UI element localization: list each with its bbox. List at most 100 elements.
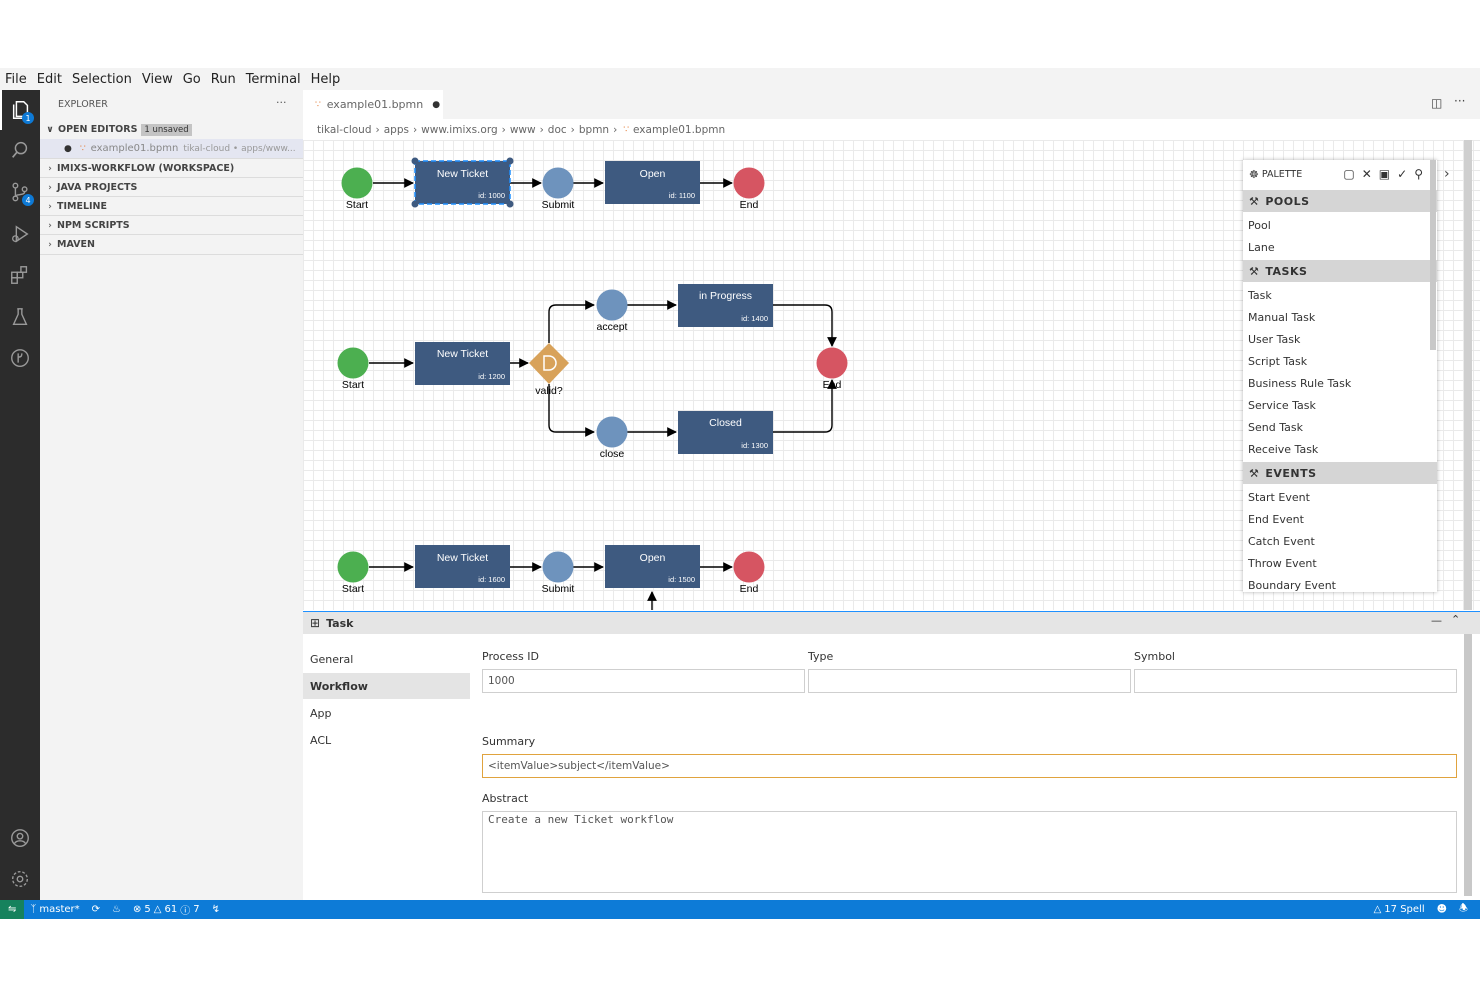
palette-group-pools[interactable]: ⚒ POOLS (1243, 190, 1437, 212)
tab-acl[interactable]: ACL (303, 727, 470, 753)
palette-item-throw-event[interactable]: Throw Event (1243, 552, 1437, 574)
search-icon[interactable]: ⚲ (1414, 167, 1423, 181)
palette-item-lane[interactable]: Lane (1243, 236, 1437, 258)
menu-selection[interactable]: Selection (67, 72, 137, 87)
palette-item-pool[interactable]: Pool (1243, 214, 1437, 236)
collapse-icon[interactable]: ⌃ (1451, 613, 1460, 626)
explorer-more-button[interactable]: ··· (276, 96, 287, 109)
breadcrumb-item[interactable]: apps (384, 124, 409, 136)
resize-handle[interactable] (411, 157, 419, 165)
tab-app[interactable]: App (303, 700, 470, 726)
sync-button[interactable]: ⟳ (86, 904, 106, 915)
branch-indicator[interactable]: ᛉ master* (24, 904, 85, 915)
dirty-indicator[interactable]: ● (432, 100, 440, 110)
palette-scrollbar[interactable] (1430, 160, 1436, 350)
menu-go[interactable]: Go (178, 72, 206, 87)
workspace-section[interactable]: › IMIXS-WORKFLOW (WORKSPACE) (40, 158, 303, 178)
palette-item-script-task[interactable]: Script Task (1243, 350, 1437, 372)
validate-icon[interactable]: ✓ (1397, 167, 1407, 181)
abstract-textarea[interactable]: Create a new Ticket workflow (482, 811, 1457, 893)
palette-item-receive-task[interactable]: Receive Task (1243, 438, 1437, 460)
marquee-select-icon[interactable]: ▢ (1343, 167, 1354, 181)
unsaved-badge: 1 unsaved (141, 123, 192, 136)
palette-item-boundary-event[interactable]: Boundary Event (1243, 574, 1437, 592)
remote-indicator[interactable]: ⇋ (0, 900, 25, 919)
palette-group-events[interactable]: ⚒ EVENTS (1243, 462, 1437, 484)
breadcrumb-item[interactable]: example01.bpmn (633, 124, 725, 136)
palette-item-catch-event[interactable]: Catch Event (1243, 530, 1437, 552)
explorer-activity[interactable]: 1 (0, 90, 40, 130)
palette-group-tasks[interactable]: ⚒ TASKS (1243, 260, 1437, 282)
palette-item-user-task[interactable]: User Task (1243, 328, 1437, 350)
symbol-input[interactable] (1134, 669, 1457, 693)
palette-item-task[interactable]: Task (1243, 284, 1437, 306)
fit-view-icon[interactable]: ▣ (1379, 167, 1390, 181)
accounts-activity[interactable] (0, 818, 40, 858)
menu-terminal[interactable]: Terminal (241, 72, 306, 87)
menu-file[interactable]: File (0, 72, 32, 87)
type-input[interactable] (808, 669, 1131, 693)
more-actions-icon[interactable]: ··· (1454, 94, 1465, 108)
git-graph-activity[interactable] (0, 338, 40, 378)
maven-section[interactable]: › MAVEN (40, 234, 303, 255)
search-activity[interactable] (0, 130, 40, 170)
breadcrumb-item[interactable]: www (510, 124, 536, 136)
java-projects-section[interactable]: › JAVA PROJECTS (40, 177, 303, 197)
menu-run[interactable]: Run (206, 72, 241, 87)
breadcrumb-item[interactable]: www.imixs.org (421, 124, 497, 136)
properties-scrollbar[interactable] (1464, 634, 1472, 896)
event-submit-row3[interactable] (542, 551, 574, 583)
run-debug-activity[interactable] (0, 214, 40, 254)
palette-item-send-task[interactable]: Send Task (1243, 416, 1437, 438)
lightning-status[interactable]: ↯ (206, 904, 226, 915)
breadcrumb-item[interactable]: bpmn (579, 124, 609, 136)
canvas-scrollbar[interactable] (1464, 140, 1472, 610)
open-editor-item[interactable]: ● ∵ example01.bpmn tikal-cloud • apps/ww… (40, 139, 303, 158)
event-accept[interactable] (596, 289, 628, 321)
palette-item-business-rule-task[interactable]: Business Rule Task (1243, 372, 1437, 394)
tab-general[interactable]: General (303, 646, 470, 672)
event-submit-row1[interactable] (542, 167, 574, 199)
extensions-activity[interactable] (0, 255, 40, 295)
resize-handle[interactable] (506, 200, 514, 208)
start-event-row2[interactable] (337, 347, 369, 379)
resize-handle[interactable] (411, 200, 419, 208)
java-status[interactable]: ♨ (106, 904, 127, 915)
palette-item-end-event[interactable]: End Event (1243, 508, 1437, 530)
start-event-row3[interactable] (337, 551, 369, 583)
summary-input[interactable]: <itemValue>subject</itemValue> (482, 754, 1457, 778)
delete-icon[interactable]: ✕ (1362, 167, 1372, 181)
spell-indicator[interactable]: △ 17 Spell (1368, 904, 1431, 915)
menu-help[interactable]: Help (306, 72, 346, 87)
gateway-valid[interactable] (529, 343, 569, 384)
event-close[interactable] (596, 416, 628, 448)
breadcrumb-item[interactable]: doc (548, 124, 567, 136)
minimize-icon[interactable]: — (1431, 614, 1442, 627)
notifications-button[interactable]: 🕭 (1453, 901, 1474, 918)
split-editor-icon[interactable]: ◫ (1431, 96, 1442, 110)
settings-activity[interactable] (0, 859, 40, 899)
menu-edit[interactable]: Edit (32, 72, 67, 87)
testing-activity[interactable] (0, 297, 40, 337)
end-event-row1[interactable] (733, 167, 765, 199)
end-event-row2[interactable] (816, 347, 848, 379)
start-event-row1[interactable] (341, 167, 373, 199)
problems-indicator[interactable]: ⊗ 5 △ 61 ⓘ 7 (127, 902, 206, 917)
menu-view[interactable]: View (137, 72, 178, 87)
source-control-activity[interactable]: 4 (0, 172, 40, 212)
chevron-right-icon[interactable]: › (1444, 166, 1450, 182)
npm-scripts-section[interactable]: › NPM SCRIPTS (40, 215, 303, 235)
run-debug-icon (12, 225, 29, 243)
process-id-input[interactable]: 1000 (482, 669, 805, 693)
tab-example01-bpmn[interactable]: ∵ example01.bpmn ● (303, 90, 443, 119)
tab-workflow[interactable]: Workflow (303, 673, 470, 699)
timeline-section[interactable]: › TIMELINE (40, 196, 303, 216)
open-editors-section[interactable]: ∨ OPEN EDITORS 1 unsaved (40, 120, 303, 139)
breadcrumb-item[interactable]: tikal-cloud (317, 124, 372, 136)
feedback-button[interactable]: ☻ (1431, 904, 1453, 915)
palette-item-service-task[interactable]: Service Task (1243, 394, 1437, 416)
end-event-row3[interactable] (733, 551, 765, 583)
palette-item-manual-task[interactable]: Manual Task (1243, 306, 1437, 328)
resize-handle[interactable] (506, 157, 514, 165)
palette-item-start-event[interactable]: Start Event (1243, 486, 1437, 508)
